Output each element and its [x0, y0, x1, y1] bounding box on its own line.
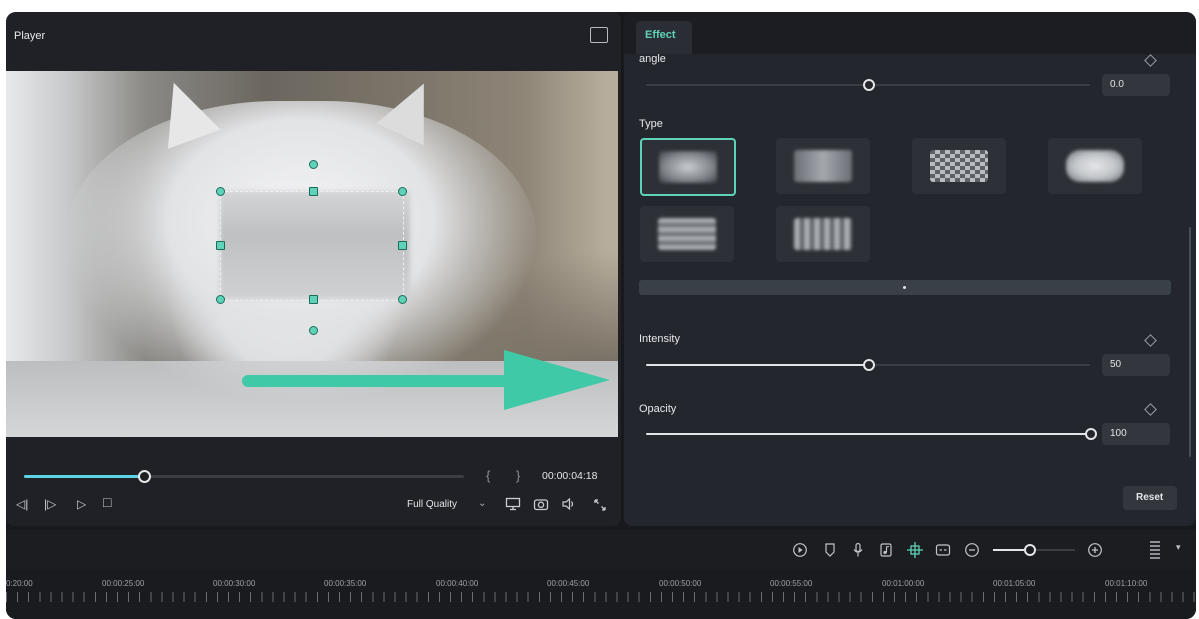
timeline-toolbar: ▾ [6, 530, 1196, 570]
zoom-out-icon[interactable] [964, 542, 980, 558]
quality-select[interactable]: Full Quality [407, 499, 457, 510]
blur-selection-box[interactable] [220, 191, 404, 301]
opacity-value-field[interactable]: 100 [1102, 423, 1170, 445]
playback-scrubber[interactable] [138, 470, 151, 483]
chevron-down-icon[interactable]: ⌄ [478, 498, 486, 509]
annotation-arrow-head [504, 350, 610, 410]
timeline-ruler[interactable]: 0:20:00 00:00:25:00 00:00:30:00 00:00:35… [6, 570, 1196, 619]
timeline-zoom-slider[interactable] [993, 544, 1075, 556]
angle-value-field[interactable]: 0.0 [1102, 74, 1170, 96]
reset-button[interactable]: Reset [1123, 486, 1177, 510]
render-icon[interactable] [792, 542, 808, 558]
tab-effect-label: Effect [645, 29, 676, 41]
audio-file-icon[interactable] [879, 542, 893, 558]
type-label: Type [639, 118, 663, 130]
ai-effect-icon[interactable] [906, 541, 924, 559]
playback-progress-fill [24, 475, 143, 478]
editor-window: Player { } 00:00:04:18 ◁| |▷ ▷ □ Full Qu… [6, 12, 1196, 619]
ruler-label: 00:01:00:00 [882, 579, 925, 588]
effect-panel-scrollbar[interactable] [1189, 227, 1191, 457]
ruler-label: 0:20:00 [6, 579, 33, 588]
blur-type-gaussian[interactable] [640, 138, 736, 196]
reset-button-label: Reset [1136, 492, 1164, 503]
resize-handle-top-right[interactable] [398, 187, 407, 196]
ruler-ticks [6, 592, 1196, 602]
ruler-label: 00:00:55:00 [770, 579, 813, 588]
grip-icon[interactable] [1150, 541, 1160, 561]
subtitle-icon[interactable] [935, 542, 951, 558]
marker-icon[interactable] [823, 542, 837, 558]
blur-type-box[interactable] [776, 138, 870, 194]
angle-label: angle [639, 53, 666, 65]
angle-slider[interactable] [646, 79, 1090, 91]
intensity-value-field[interactable]: 50 [1102, 354, 1170, 376]
toolbar-more-chevron-icon[interactable]: ▾ [1176, 542, 1181, 553]
intensity-slider-fill [646, 364, 868, 366]
ruler-label: 00:00:50:00 [659, 579, 702, 588]
ruler-label: 00:00:30:00 [213, 579, 256, 588]
intensity-keyframe-icon[interactable] [1144, 334, 1157, 347]
timecode: 00:00:04:18 [542, 470, 598, 482]
mark-out-button[interactable]: } [516, 468, 520, 483]
resize-handle-right[interactable] [398, 241, 407, 250]
mark-in-button[interactable]: { [486, 468, 490, 483]
intensity-value: 50 [1110, 359, 1122, 370]
ruler-label: 00:01:10:00 [1105, 579, 1148, 588]
blur-type-cloud[interactable] [1048, 138, 1142, 194]
opacity-slider-thumb[interactable] [1085, 428, 1097, 440]
effect-tab-bar: Effect [624, 12, 1196, 54]
type-pager[interactable] [639, 280, 1171, 295]
player-title: Player [14, 30, 46, 42]
resize-handle-bottom[interactable] [309, 295, 318, 304]
display-icon[interactable] [505, 497, 521, 511]
play-icon[interactable]: ▷ [77, 497, 86, 511]
ruler-label: 00:00:25:00 [102, 579, 145, 588]
zoom-in-icon[interactable] [1087, 542, 1103, 558]
microphone-icon[interactable] [851, 542, 865, 558]
camera-icon[interactable] [533, 497, 549, 511]
intensity-slider[interactable] [646, 359, 1090, 371]
resize-handle-top-left[interactable] [216, 187, 225, 196]
blur-type-mosaic[interactable] [912, 138, 1006, 194]
opacity-slider[interactable] [646, 428, 1097, 440]
stop-icon[interactable]: □ [103, 494, 111, 510]
ruler-label: 00:00:40:00 [436, 579, 479, 588]
opacity-slider-fill [646, 433, 1090, 435]
player-header: Player [6, 12, 621, 58]
opacity-label: Opacity [639, 403, 677, 415]
resize-handle-bottom-left[interactable] [216, 295, 225, 304]
angle-slider-thumb[interactable] [863, 79, 875, 91]
angle-keyframe-icon[interactable] [1144, 54, 1157, 67]
ruler-label: 00:01:05:00 [993, 579, 1036, 588]
effect-panel: Effect angle 0.0 Type Intensity 50 Opaci… [624, 12, 1196, 526]
next-frame-icon[interactable]: |▷ [44, 497, 56, 511]
resize-handle-left[interactable] [216, 241, 225, 250]
playback-progress[interactable] [24, 470, 464, 483]
fullscreen-icon[interactable] [593, 498, 607, 512]
opacity-value: 100 [1110, 428, 1127, 439]
prev-frame-icon[interactable]: ◁| [16, 497, 28, 511]
volume-icon[interactable] [561, 497, 577, 511]
player-panel: Player { } 00:00:04:18 ◁| |▷ ▷ □ Full Qu… [6, 12, 621, 526]
opacity-keyframe-icon[interactable] [1144, 403, 1157, 416]
type-pager-dot[interactable] [903, 286, 906, 289]
timeline-zoom-thumb[interactable] [1024, 544, 1036, 556]
intensity-label: Intensity [639, 333, 680, 345]
blur-type-vertical[interactable] [776, 206, 870, 262]
angle-value: 0.0 [1110, 79, 1124, 90]
resize-handle-bottom-right[interactable] [398, 295, 407, 304]
rotate-handle-bottom[interactable] [309, 326, 318, 335]
rotate-handle-top[interactable] [309, 160, 318, 169]
ruler-label: 00:00:35:00 [324, 579, 367, 588]
blur-type-horizontal[interactable] [640, 206, 734, 262]
annotation-arrow-shaft [242, 375, 522, 387]
image-icon[interactable] [590, 27, 608, 43]
ruler-label: 00:00:45:00 [547, 579, 590, 588]
tab-effect[interactable]: Effect [636, 21, 692, 54]
resize-handle-top[interactable] [309, 187, 318, 196]
intensity-slider-thumb[interactable] [863, 359, 875, 371]
